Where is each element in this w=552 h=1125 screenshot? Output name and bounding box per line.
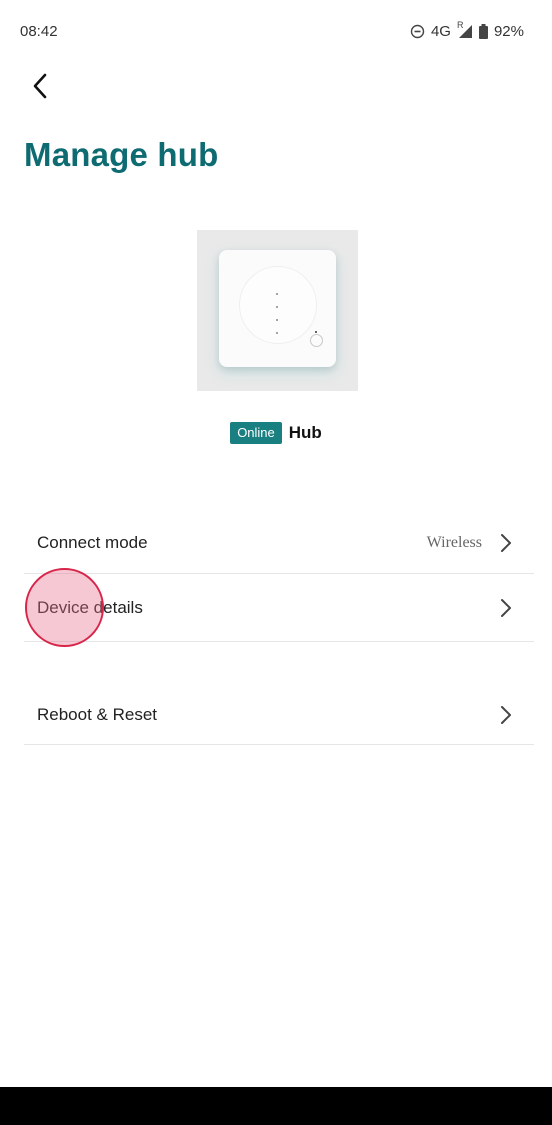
page-title: Manage hub [24, 136, 219, 173]
hub-body [219, 250, 336, 367]
device-details-label: Device details [37, 597, 143, 617]
dnd-icon [410, 24, 425, 39]
back-button[interactable] [22, 68, 58, 108]
chevron-right-icon [500, 533, 512, 553]
hub-led [315, 331, 317, 333]
hub-indicator-dot [276, 319, 278, 321]
reboot-reset-label: Reboot & Reset [37, 705, 158, 724]
status-time: 08:42 [20, 22, 58, 40]
roaming-indicator: R [456, 19, 464, 30]
hub-indicator-dot [276, 306, 278, 308]
reboot-reset-row[interactable]: Reboot & Reset [24, 686, 534, 745]
hub-indicator-dot [276, 293, 278, 295]
device-status-row: Online Hub [0, 422, 552, 444]
connect-mode-value: Wireless [426, 533, 482, 551]
hub-ring [239, 266, 317, 344]
chevron-right-icon [500, 598, 512, 618]
device-name: Hub [288, 423, 322, 442]
network-type: 4G [430, 22, 451, 40]
hub-button [310, 334, 323, 347]
navigation-bar [0, 1087, 552, 1125]
connect-mode-row[interactable]: Connect mode Wireless [24, 512, 534, 574]
status-bar: 08:42 4G R 92% [0, 0, 552, 62]
signal-icon: R [457, 20, 473, 39]
status-icons: 4G R 92% [410, 20, 524, 40]
chevron-right-icon [500, 705, 512, 725]
battery-icon [478, 23, 488, 39]
hub-device-image [197, 230, 358, 391]
connect-mode-label: Connect mode [37, 532, 148, 552]
device-details-row[interactable]: Device details [24, 574, 534, 642]
status-badge: Online [230, 422, 282, 444]
hub-indicator-dot [276, 332, 278, 334]
back-arrow-icon [30, 71, 50, 106]
battery-level: 92% [493, 22, 524, 40]
